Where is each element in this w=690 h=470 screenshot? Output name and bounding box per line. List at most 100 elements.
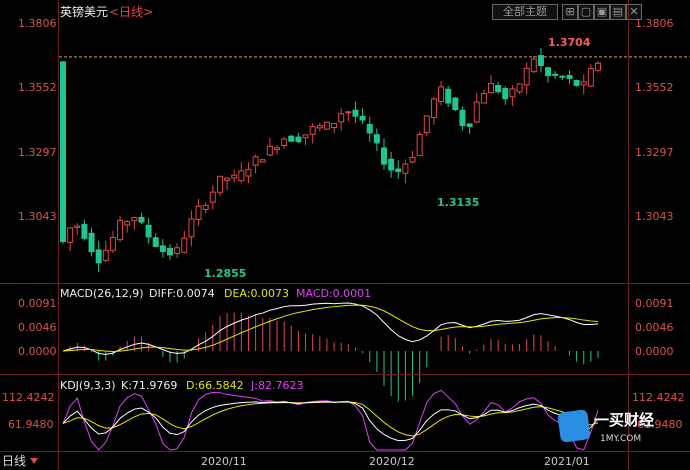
candle-body (359, 115, 366, 121)
candle-body (509, 88, 516, 98)
candle-body (459, 109, 466, 127)
candle-body (530, 58, 537, 73)
price-tick-right-3: 1.3297 (635, 146, 674, 159)
candle-body (352, 109, 359, 117)
candle-body (488, 82, 494, 94)
candle-body (138, 216, 145, 223)
candle-body (559, 75, 566, 78)
candle-body (124, 221, 131, 226)
candle-body (388, 158, 395, 171)
macd-tick-right-1: 0.0091 (635, 297, 674, 310)
kdj-tick-left-1: 112.4242 (2, 391, 55, 404)
price-tick-left-1: 1.3806 (18, 17, 57, 30)
theme-button[interactable]: 全部主题 (492, 4, 558, 20)
candle-body (188, 218, 195, 238)
candle-body (167, 247, 173, 256)
candle-body (495, 85, 502, 93)
candle-body (195, 205, 202, 220)
maximize-icon[interactable]: ▣ (594, 4, 610, 20)
candle-body (259, 159, 266, 163)
candle-body (502, 87, 509, 100)
candle-body (395, 168, 402, 173)
date-label-jan: 2021/01 (544, 455, 590, 468)
candle-body (152, 237, 159, 247)
candle-body (523, 67, 530, 86)
candle-body (60, 61, 66, 242)
right-axis-line (628, 0, 629, 470)
chart-canvas[interactable] (0, 0, 690, 470)
kdj-tick-right-1: 112.4242 (632, 391, 685, 404)
date-separator (0, 451, 690, 452)
price-tick-left-3: 1.3297 (18, 146, 57, 159)
left-axis-line (58, 0, 59, 470)
kdj-j-line (62, 389, 599, 451)
symbol-title: 英镑美元 (60, 5, 109, 19)
candle-body (366, 124, 373, 134)
candle-body (423, 115, 430, 134)
macd-dea-label: DEA:0.0073 (224, 287, 289, 300)
window-icon[interactable]: ▢ (578, 4, 594, 20)
candle-body (74, 225, 81, 228)
candle-body (245, 168, 252, 177)
kdj-d-line (62, 401, 599, 437)
candle-body (566, 74, 573, 80)
period-dropdown-icon[interactable] (30, 458, 38, 464)
candle-body (409, 157, 416, 163)
macd-tick-left-1: 0.0091 (18, 297, 57, 310)
candle-body (552, 73, 559, 76)
candle-body (274, 147, 280, 151)
macd-tick-left-2: 0.0046 (18, 321, 57, 334)
candle-body (445, 88, 452, 104)
candle-body (117, 219, 124, 241)
candle-body (316, 125, 323, 129)
candle-body (216, 175, 223, 193)
macd-diff-line (62, 302, 599, 355)
kdj-separator (0, 374, 690, 375)
candle-body (587, 68, 594, 87)
candle-body (480, 93, 487, 104)
candle-body (545, 67, 552, 77)
kdj-k-line (62, 401, 599, 442)
candle-body (338, 113, 345, 123)
low-annotation-left: 1.2855 (204, 267, 247, 280)
macd-value-label: MACD:0.0001 (296, 287, 372, 300)
macd-diff-label: DIFF:0.0074 (149, 287, 215, 300)
candle-body (181, 237, 188, 253)
macd-tick-right-3: 0.0000 (635, 345, 674, 358)
price-tick-right-1: 1.3806 (635, 17, 674, 30)
candle-body (309, 126, 316, 135)
kdj-tick-left-2: 61.9480 (8, 418, 54, 431)
kdj-d-label: D:66.5842 (186, 379, 244, 392)
candle-body (295, 136, 302, 143)
candle-body (288, 135, 295, 142)
candle-body (452, 97, 459, 111)
date-label-nov: 2020/11 (201, 455, 247, 468)
candle-body (145, 224, 152, 238)
candle-body (131, 217, 138, 222)
macd-tick-left-3: 0.0000 (18, 345, 57, 358)
candle-body (373, 134, 380, 144)
candle-body (95, 249, 102, 264)
candle-body (438, 86, 445, 103)
candle-body (595, 62, 601, 71)
price-tick-left-4: 1.3043 (18, 210, 57, 223)
period-corner-tab[interactable]: 日线 (2, 455, 26, 468)
date-label-dec: 2020/12 (369, 455, 415, 468)
candle-body (473, 101, 480, 123)
candle-body (174, 247, 181, 254)
macd-tick-right-2: 0.0046 (635, 321, 674, 334)
candle-body (224, 177, 231, 181)
candle-body (323, 121, 330, 130)
period-label[interactable]: <日线> (109, 6, 153, 19)
candle-body (209, 191, 216, 203)
high-annotation: 1.3704 (548, 36, 591, 49)
candle-body (281, 138, 288, 147)
layout-icon[interactable]: ⊞ (562, 4, 578, 20)
candle-body (516, 83, 523, 93)
panel-icon[interactable]: ▤ (610, 4, 626, 20)
candle-body (580, 81, 587, 86)
price-tick-right-4: 1.3043 (635, 210, 674, 223)
candle-body (202, 204, 209, 211)
brand-logo-icon (557, 409, 591, 443)
kdj-k-label: K:71.9769 (121, 379, 178, 392)
